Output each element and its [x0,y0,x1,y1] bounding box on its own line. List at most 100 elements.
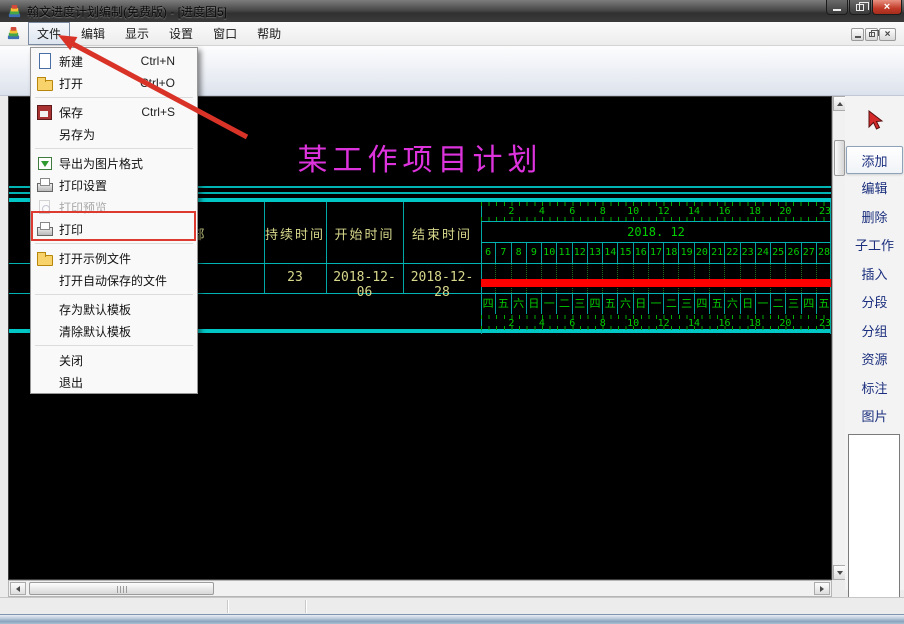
timeline-cell: 12 [573,243,588,263]
sidebar-item-3[interactable]: 子工作 [846,233,903,257]
timeline-cell: 二 [664,294,680,314]
menu-item-label: 新建 [59,54,84,69]
timeline-cell: 15 [618,243,634,263]
app-logo-small-icon [7,26,20,40]
menu-item-label: 保存 [59,105,84,120]
open-folder-icon [36,75,53,91]
menu-item-close[interactable]: 关闭 [31,349,197,371]
thumb-grip [116,586,127,593]
sidebar-item-6[interactable]: 分组 [846,318,903,342]
menubar-item-5[interactable]: 帮助 [248,22,290,45]
menu-item-new[interactable]: 新建 Ctrl+N [31,50,197,72]
ruler-ticks [481,326,831,330]
timeline-cell: 日 [741,294,756,314]
menubar-item-1[interactable]: 编辑 [72,22,114,45]
menu-item-open-autosaved[interactable]: 打开自动保存的文件 [31,269,197,291]
timeline-cell: 六 [618,294,634,314]
timeline-cell: 25 [771,243,787,263]
timeline-cell: 一 [756,294,772,314]
window-restore-button[interactable] [849,0,871,15]
sidebar-item-5[interactable]: 分段 [846,290,903,314]
print-highlight-annotation [31,211,196,241]
cell-duration: 23 [287,270,303,285]
menu-item-save-default-template[interactable]: 存为默认模板 [31,298,197,320]
title-bar: 翰文进度计划编制(免费版) - [进度图5] × [0,0,904,22]
ruler-number: 4 [538,206,545,217]
timeline-cell: 五 [496,294,512,314]
sidebar-item-0[interactable]: 添加 [846,146,903,174]
sidebar-item-8[interactable]: 标注 [846,375,903,399]
timeline-cell: 四 [588,294,604,314]
menu-item-export-image[interactable]: 导出为图片格式 [31,152,197,174]
arrow-up-icon [836,101,843,106]
timeline-cell: 三 [679,294,695,314]
timeline-cell: 五 [603,294,619,314]
timeline-cell: 四 [481,294,497,314]
vertical-scrollbar[interactable] [832,96,846,580]
menu-item-save-as[interactable]: 另存为 [31,123,197,145]
mdi-close-button[interactable]: × [879,28,896,41]
timeline-cell: 17 [649,243,665,263]
menu-item-save[interactable]: 保存 Ctrl+S [31,101,197,123]
menubar-item-4[interactable]: 窗口 [204,22,246,45]
timeline-cell: 四 [695,294,710,314]
menu-separator [31,145,197,152]
timeline-cell: 27 [802,243,817,263]
timeline-cell: 28 [817,247,830,258]
sidebar-item-2[interactable]: 删除 [846,204,903,228]
restore-icon [856,1,869,11]
horizontal-scrollbar[interactable] [8,580,832,597]
app-window: 翰文进度计划编制(免费版) - [进度图5] × 文件 编辑 显示 设置 窗口 帮助 × [0,0,904,624]
timeline-cell: 7 [496,243,512,263]
timeline-cell: 日 [527,294,543,314]
sidebar-item-4[interactable]: 插入 [846,261,903,285]
vertical-scroll-thumb[interactable] [834,140,845,176]
scroll-right-button[interactable] [814,582,830,595]
ruler-number: 12 [657,206,670,217]
mdi-minimize-button[interactable] [851,28,864,41]
scroll-left-button[interactable] [10,582,26,595]
timeline-cell: 16 [634,243,649,263]
window-minimize-button[interactable] [826,0,848,15]
timeline-cell: 二 [557,294,573,314]
minimize-icon [833,8,841,11]
mdi-restore-icon [868,30,879,37]
cell-end-date: 2018-12-28 [410,270,474,300]
menu-item-clear-default-template[interactable]: 清除默认模板 [31,320,197,342]
timeline-cell: 一 [649,294,665,314]
menu-item-open-sample[interactable]: 打开示例文件 [31,247,197,269]
gantt-task-bar[interactable] [481,279,831,287]
new-document-icon [36,53,52,69]
menubar-item-0[interactable]: 文件 [28,22,71,45]
select-cursor-icon[interactable] [865,110,885,132]
menu-item-open[interactable]: 打开 Ctrl+O [31,72,197,94]
menu-separator [31,240,197,247]
menu-item-label: 存为默认模板 [59,302,132,317]
no-icon [36,301,52,317]
timeline-cell: 20 [695,243,710,263]
menu-item-print-setup[interactable]: 打印设置 [31,174,197,196]
sidebar-item-1[interactable]: 编辑 [846,176,903,200]
timeline-cell: 13 [588,243,604,263]
menu-item-label: 退出 [59,375,84,390]
menu-item-label: 导出为图片格式 [59,156,144,171]
menu-item-label: 打开自动保存的文件 [59,273,168,288]
menu-item-label: 关闭 [59,353,84,368]
horizontal-scroll-thumb[interactable] [29,582,214,595]
menubar-item-3[interactable]: 设置 [160,22,202,45]
menu-item-label: 打开示例文件 [59,251,132,266]
sidebar-item-9[interactable]: 图片 [846,404,903,428]
timeline-cell: 六 [725,294,741,314]
menu-item-label: 打开 [59,76,84,91]
sidebar-item-7[interactable]: 资源 [846,347,903,371]
timeline-cell: 21 [710,243,726,263]
menubar-item-2[interactable]: 显示 [116,22,158,45]
menu-item-exit[interactable]: 退出 [31,371,197,393]
menu-separator [31,94,197,101]
month-label: 2018. 12 [627,225,685,239]
timeline-cell: 三 [786,294,802,314]
timeline-cell: 14 [603,243,619,263]
mdi-restore-button[interactable] [865,28,879,41]
no-icon [36,323,52,339]
window-close-button[interactable]: × [872,0,902,15]
